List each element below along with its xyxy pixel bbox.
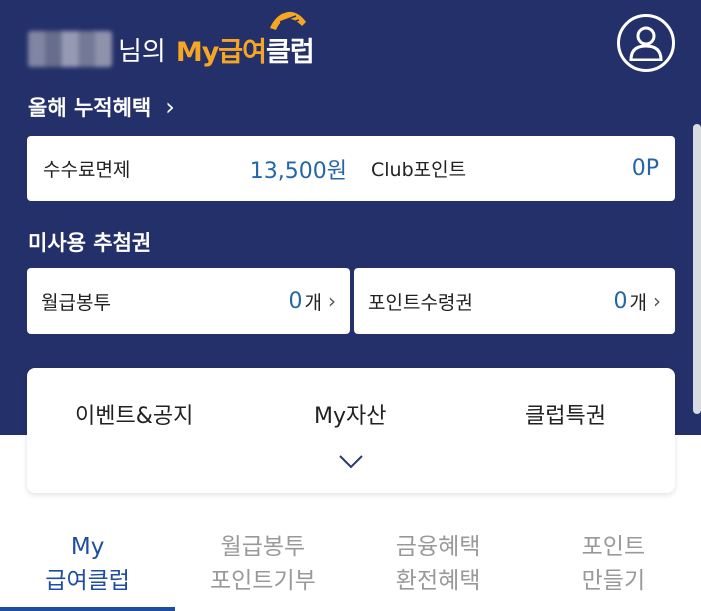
chevron-down-icon[interactable] — [338, 454, 364, 470]
club-point-label: Club포인트 — [371, 159, 467, 181]
club-point-value: 0P — [631, 156, 659, 181]
ticket-count-group: 0 개 › — [614, 288, 661, 315]
benefit-summary-card: 수수료면제 13,500원 Club포인트 0P — [27, 136, 675, 201]
accumulated-title: 올해 누적혜택 — [28, 96, 152, 120]
tab-my-salary-club[interactable]: My 급여클럽 — [0, 530, 176, 611]
fee-waiver-value: 13,500원 — [249, 158, 347, 184]
tab-salary-envelope-donation[interactable]: 월급봉투 포인트기부 — [175, 530, 350, 611]
tab-financial-exchange-benefits[interactable]: 금융혜택 환전혜택 — [351, 530, 526, 611]
brand-prefix: My급여 — [175, 36, 267, 68]
greeting-suffix: 님의 — [118, 36, 166, 67]
ticket-count: 0 — [613, 288, 628, 314]
profile-button[interactable] — [617, 14, 675, 72]
ticket-unit: 개 — [629, 291, 647, 314]
menu-my-assets[interactable]: My자산 — [314, 398, 386, 430]
tab-label-line1: 금융혜택 — [395, 534, 481, 560]
scrollbar-thumb[interactable] — [693, 124, 701, 414]
ticket-count: 0 — [288, 288, 303, 314]
greeting: 님의 My급여클럽 — [28, 11, 315, 72]
chevron-right-icon: › — [328, 289, 336, 313]
fee-waiver-label: 수수료면제 — [43, 159, 131, 181]
accumulated-benefit-link[interactable]: 올해 누적혜택 › — [28, 92, 175, 122]
tab-label-line1: 포인트 — [581, 534, 646, 560]
chevron-right-icon: › — [653, 289, 661, 313]
tab-label-line2: 환전혜택 — [395, 568, 481, 594]
tab-label-line2: 만들기 — [581, 568, 646, 594]
unused-tickets-title: 미사용 추첨권 — [28, 231, 152, 255]
redacted-user-name — [28, 31, 112, 67]
brand-hat-icon — [269, 11, 306, 30]
ticket-label: 포인트수령권 — [368, 291, 473, 314]
brand-logo: My급여클럽 — [175, 11, 315, 69]
tab-label-line2: 포인트기부 — [209, 568, 316, 594]
point-receipt-ticket[interactable]: 포인트수령권 0 개 › — [354, 268, 675, 334]
brand-suffix: 클럽 — [266, 36, 315, 68]
tab-make-points[interactable]: 포인트 만들기 — [526, 530, 701, 611]
tab-label-line1: 월급봉투 — [220, 534, 306, 560]
bottom-tab-bar: My 급여클럽 월급봉투 포인트기부 금융혜택 환전혜택 포인트 만들기 — [0, 530, 701, 611]
chevron-right-icon: › — [165, 93, 175, 121]
tab-label-line1: My — [70, 534, 105, 560]
quick-menu-card: 이벤트&공지 My자산 클럽특권 — [27, 368, 675, 493]
menu-club-privileges[interactable]: 클럽특권 — [525, 398, 606, 430]
person-icon — [629, 26, 663, 61]
ticket-label: 월급봉투 — [41, 291, 111, 314]
salary-envelope-ticket[interactable]: 월급봉투 0 개 › — [27, 268, 350, 334]
tab-label-line2: 급여클럽 — [45, 568, 130, 594]
ticket-count-group: 0 개 › — [289, 288, 336, 315]
ticket-unit: 개 — [304, 291, 322, 314]
menu-events-notices[interactable]: 이벤트&공지 — [75, 398, 193, 430]
